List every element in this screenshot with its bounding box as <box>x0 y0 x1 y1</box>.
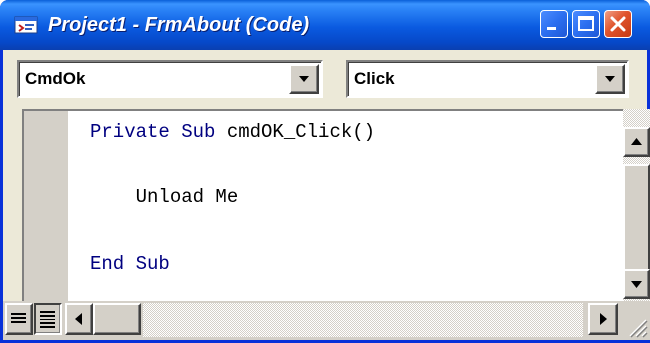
arrow-down-icon <box>631 281 642 288</box>
object-combo-value: CmdOk <box>25 69 86 88</box>
close-icon <box>610 16 626 32</box>
code-editor[interactable]: Private Sub cmdOK_Click() Unload Me End … <box>22 109 627 301</box>
maximize-button[interactable] <box>572 10 600 38</box>
keyword: Private Sub <box>90 121 216 143</box>
keyword: End Sub <box>90 253 170 275</box>
chevron-down-icon <box>299 76 309 82</box>
scroll-down-button[interactable] <box>623 269 650 299</box>
resize-grip[interactable] <box>622 312 648 338</box>
code-text: cmdOK_Click() <box>215 121 376 143</box>
scroll-up-button[interactable] <box>623 127 650 157</box>
close-button[interactable] <box>604 10 632 38</box>
title-bar[interactable]: Project1 - FrmAbout (Code) <box>0 0 650 50</box>
code-window-icon[interactable] <box>14 16 38 34</box>
full-module-view-button[interactable] <box>34 303 62 335</box>
scroll-right-button[interactable] <box>588 303 618 335</box>
minimize-icon <box>547 27 556 30</box>
window-title: Project1 - FrmAbout (Code) <box>48 14 310 36</box>
arrow-left-icon <box>75 313 82 325</box>
arrow-up-icon <box>631 138 642 145</box>
procedure-combo-dropdown-button[interactable] <box>595 64 625 94</box>
code-line[interactable]: Unload Me <box>90 184 239 210</box>
code-area[interactable]: Private Sub cmdOK_Click() Unload Me End … <box>68 111 622 301</box>
object-combo[interactable]: CmdOk <box>17 60 323 98</box>
horizontal-scroll-thumb[interactable] <box>93 303 141 335</box>
scroll-left-button[interactable] <box>65 303 93 335</box>
code-text: Unload Me <box>90 186 239 208</box>
minimize-button[interactable] <box>540 10 568 38</box>
horizontal-scroll-track[interactable] <box>143 303 583 337</box>
maximize-icon <box>578 16 594 31</box>
procedure-view-icon <box>11 313 26 323</box>
vertical-scrollbar[interactable] <box>623 109 650 301</box>
procedure-view-button[interactable] <box>5 303 33 335</box>
code-line[interactable]: End Sub <box>90 251 170 277</box>
procedure-combo[interactable]: Click <box>346 60 629 98</box>
arrow-right-icon <box>600 313 607 325</box>
chevron-down-icon <box>605 76 615 82</box>
margin-indicator-bar[interactable] <box>24 111 68 301</box>
full-module-view-icon <box>40 311 55 328</box>
code-line[interactable]: Private Sub cmdOK_Click() <box>90 119 375 145</box>
object-combo-dropdown-button[interactable] <box>289 64 319 94</box>
procedure-combo-value: Click <box>354 69 395 88</box>
resize-grip-icon <box>629 319 648 338</box>
bottom-bar <box>3 301 650 340</box>
vertical-scroll-thumb[interactable] <box>623 164 650 284</box>
code-window: Project1 - FrmAbout (Code) CmdOk Click P… <box>0 0 650 343</box>
